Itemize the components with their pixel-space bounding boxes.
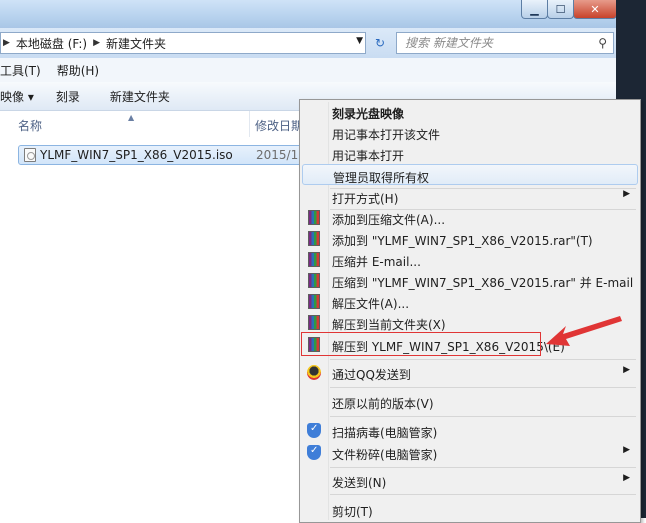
search-placeholder: 搜索 新建文件夹 [405, 36, 493, 50]
shield-icon [307, 423, 321, 438]
address-bar[interactable]: ▶ 本地磁盘 (F:) ▶ 新建文件夹 ▼ [0, 32, 366, 54]
menu-item-compress-rar-email[interactable]: 压缩到 "YLMF_WIN7_SP1_X86_V2015.rar" 并 E-ma… [302, 270, 638, 291]
menu-item-scan-virus[interactable]: 扫描病毒(电脑管家) [302, 420, 638, 441]
submenu-arrow-icon: ▶ [623, 365, 630, 375]
submenu-arrow-icon: ▶ [623, 445, 630, 455]
column-name[interactable]: 名称 [18, 117, 42, 134]
disc-image-file-icon [24, 148, 36, 162]
menu-help[interactable]: 帮助(H) [57, 62, 103, 79]
menu-separator [330, 494, 636, 495]
menu-item-extract-here[interactable]: 解压到当前文件夹(X) [302, 312, 638, 333]
search-icon[interactable]: ⚲ [598, 33, 607, 53]
qq-icon [307, 365, 321, 380]
menu-separator [330, 467, 636, 468]
submenu-arrow-icon: ▶ [623, 189, 630, 199]
menu-item-open-with[interactable]: 打开方式(H) ▶ [302, 186, 638, 207]
menu-item-restore-previous-versions[interactable]: 还原以前的版本(V) [302, 391, 638, 412]
search-input[interactable]: 搜索 新建文件夹 ⚲ [396, 32, 614, 54]
breadcrumb-separator-icon: ▶ [93, 38, 101, 48]
menu-separator [330, 359, 636, 360]
file-row[interactable]: YLMF_WIN7_SP1_X86_V2015.iso 2015/11/ [18, 145, 310, 165]
menu-item-open-notepad[interactable]: 用记事本打开 [302, 143, 638, 164]
minimize-button[interactable]: ▁ [521, 0, 548, 19]
annotation-highlight-box [301, 332, 541, 356]
menu-item-burn-disc-image[interactable]: 刻录光盘映像 [302, 101, 638, 122]
context-menu: 刻录光盘映像 用记事本打开该文件 用记事本打开 管理员取得所有权 打开方式(H)… [299, 99, 641, 523]
menu-item-open-notepad-file[interactable]: 用记事本打开该文件 [302, 122, 638, 143]
menu-separator [330, 387, 636, 388]
maximize-button[interactable]: ☐ [547, 0, 574, 19]
winrar-icon [308, 315, 320, 330]
column-divider[interactable] [249, 111, 250, 137]
menu-item-add-to-archive[interactable]: 添加到压缩文件(A)... [302, 207, 638, 228]
address-bar-area: ▶ 本地磁盘 (F:) ▶ 新建文件夹 ▼ ↻ 搜索 新建文件夹 ⚲ [0, 28, 646, 58]
winrar-icon [308, 231, 320, 246]
new-folder-button[interactable]: 新建文件夹 [110, 88, 170, 105]
menu-item-file-shredder[interactable]: 文件粉碎(电脑管家) ▶ [302, 442, 638, 463]
breadcrumb-separator-icon: ▶ [3, 38, 10, 48]
winrar-icon [308, 252, 320, 267]
burn-button[interactable]: 刻录 [56, 88, 80, 105]
menu-separator [330, 416, 636, 417]
menu-item-add-to-rar[interactable]: 添加到 "YLMF_WIN7_SP1_X86_V2015.rar"(T) [302, 228, 638, 249]
title-bar: ▁ ☐ ✕ [0, 0, 646, 28]
chevron-down-icon[interactable]: ▼ [356, 36, 363, 46]
close-button[interactable]: ✕ [573, 0, 617, 19]
menu-item-extract-files[interactable]: 解压文件(A)... [302, 291, 638, 312]
refresh-icon[interactable]: ↻ [369, 33, 391, 53]
winrar-icon [308, 294, 320, 309]
file-name: YLMF_WIN7_SP1_X86_V2015.iso [40, 148, 233, 162]
menu-item-send-via-qq[interactable]: 通过QQ发送到 ▶ [302, 362, 638, 383]
menu-item-compress-email[interactable]: 压缩并 E-mail... [302, 249, 638, 270]
menu-item-cut[interactable]: 剪切(T) [302, 499, 638, 520]
sort-arrow-icon: ▲ [128, 113, 135, 122]
breadcrumb-folder[interactable]: 新建文件夹 [102, 35, 170, 52]
breadcrumb-drive[interactable]: 本地磁盘 (F:) [12, 35, 91, 52]
menu-item-send-to[interactable]: 发送到(N) ▶ [302, 470, 638, 491]
menu-item-take-ownership[interactable]: 管理员取得所有权 [302, 164, 638, 185]
menu-tools[interactable]: 工具(T) [0, 62, 45, 79]
submenu-arrow-icon: ▶ [623, 473, 630, 483]
winrar-icon [308, 273, 320, 288]
winrar-icon [308, 210, 320, 225]
column-date[interactable]: 修改日期 [255, 117, 303, 134]
menu-bar: 工具(T) 帮助(H) [0, 58, 616, 82]
image-button[interactable]: 映像 ▾ [0, 88, 34, 105]
shield-icon [307, 445, 321, 460]
